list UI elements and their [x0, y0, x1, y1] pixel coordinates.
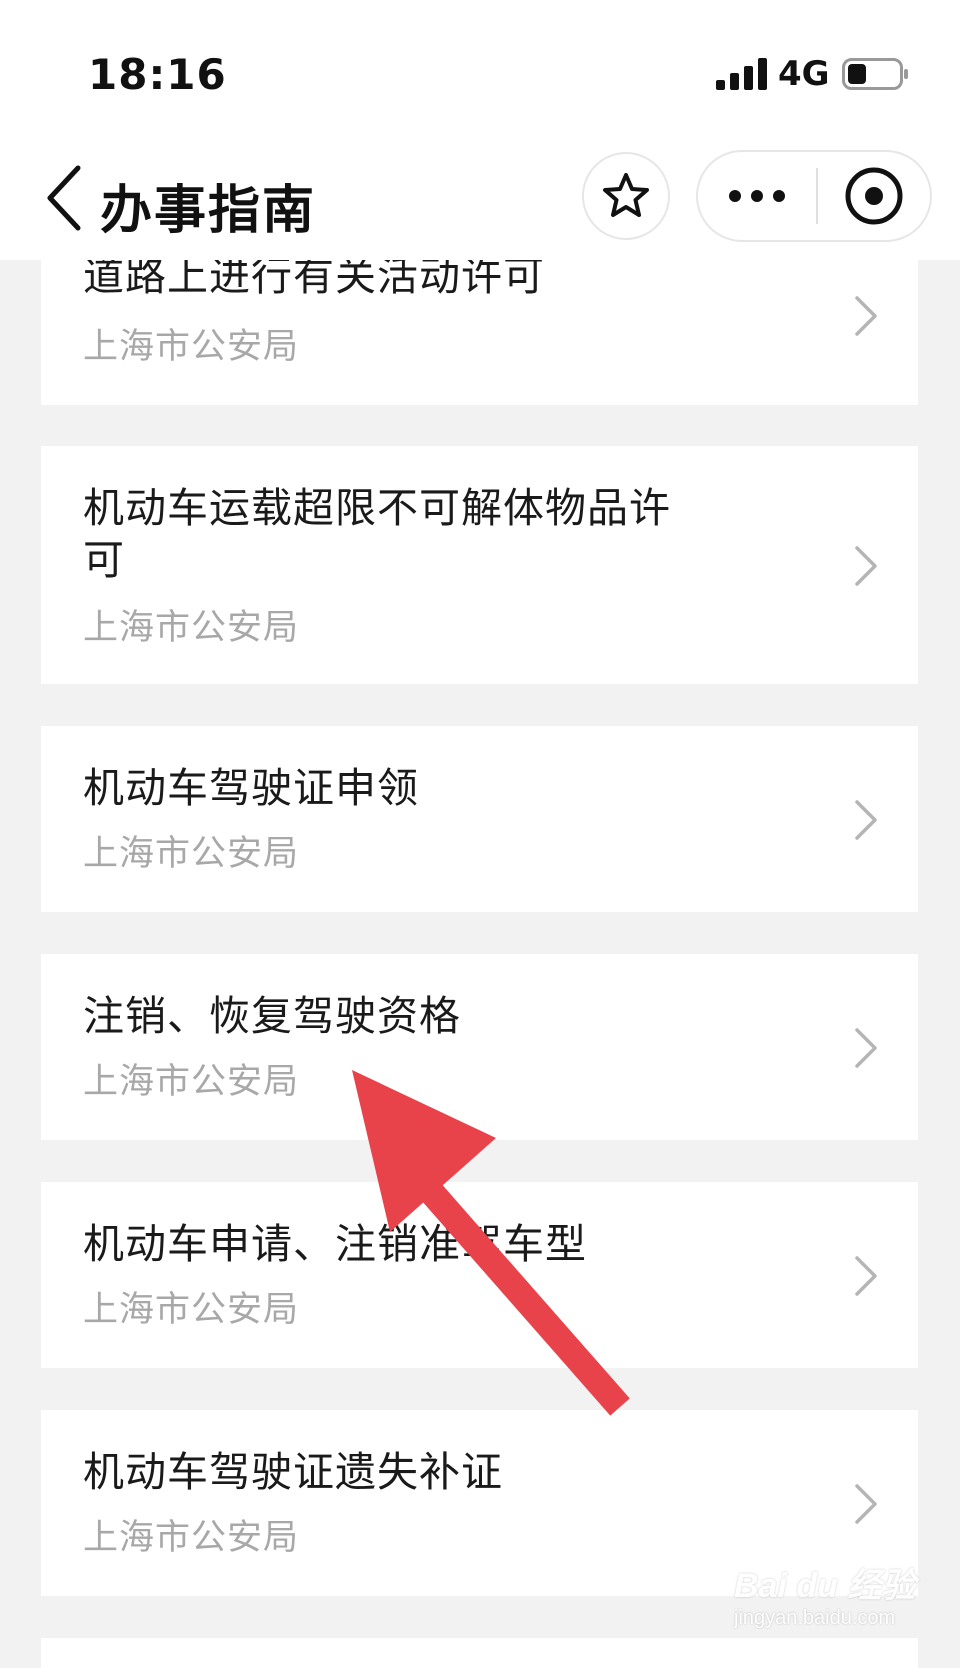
item-title: 机动车申请、注销准驾车型	[83, 1220, 587, 1268]
watermark-brand: Bai du 经验	[734, 1567, 916, 1605]
item-title: 机动车运载超限不可解体物品许可	[83, 484, 671, 584]
battery-icon	[842, 58, 908, 90]
item-title: 机动车驾驶证申领	[83, 764, 419, 812]
signal-icon	[716, 58, 767, 90]
item-title: 注销、恢复驾驶资格	[83, 992, 461, 1040]
status-time: 18:16	[88, 50, 227, 99]
list-item[interactable]: 机动车运载超限不可解体物品许可 上海市公安局	[41, 446, 918, 684]
item-agency: 上海市公安局	[83, 327, 300, 367]
item-agency: 上海市公安局	[83, 1290, 300, 1330]
list-item[interactable]: 注销、恢复驾驶资格 上海市公安局	[41, 954, 918, 1140]
target-close-icon	[845, 167, 903, 225]
more-dots-icon	[729, 190, 785, 202]
favorite-button[interactable]	[582, 152, 670, 240]
chevron-right-icon	[855, 800, 877, 840]
star-icon	[603, 173, 649, 217]
chevron-right-icon	[855, 296, 877, 336]
item-agency: 上海市公安局	[83, 1518, 300, 1558]
item-agency: 上海市公安局	[83, 834, 300, 874]
chevron-right-icon	[855, 1256, 877, 1296]
chevron-right-icon	[855, 1484, 877, 1524]
baidu-jingyan-watermark: Bai du 经验 jingyan.baidu.com	[734, 1566, 934, 1648]
more-button[interactable]	[698, 152, 816, 240]
item-agency: 上海市公安局	[83, 1062, 300, 1102]
watermark-url: jingyan.baidu.com	[734, 1607, 896, 1629]
close-miniprogram-button[interactable]	[818, 152, 930, 240]
item-title: 机动车驾驶证遗失补证	[83, 1448, 503, 1496]
list-item[interactable]: 机动车申请、注销准驾车型 上海市公安局	[41, 1182, 918, 1368]
menu-capsule	[696, 150, 932, 242]
status-bar: 18:16 4G	[0, 0, 960, 140]
chevron-left-icon[interactable]	[42, 162, 86, 234]
list-item[interactable]: 机动车驾驶证申领 上海市公安局	[41, 726, 918, 912]
nav-bar: 办事指南	[0, 140, 960, 260]
network-type: 4G	[778, 54, 830, 94]
item-agency: 上海市公安局	[83, 608, 300, 648]
page-title: 办事指南	[100, 181, 317, 241]
chevron-right-icon	[855, 1028, 877, 1068]
chevron-right-icon	[855, 546, 877, 586]
